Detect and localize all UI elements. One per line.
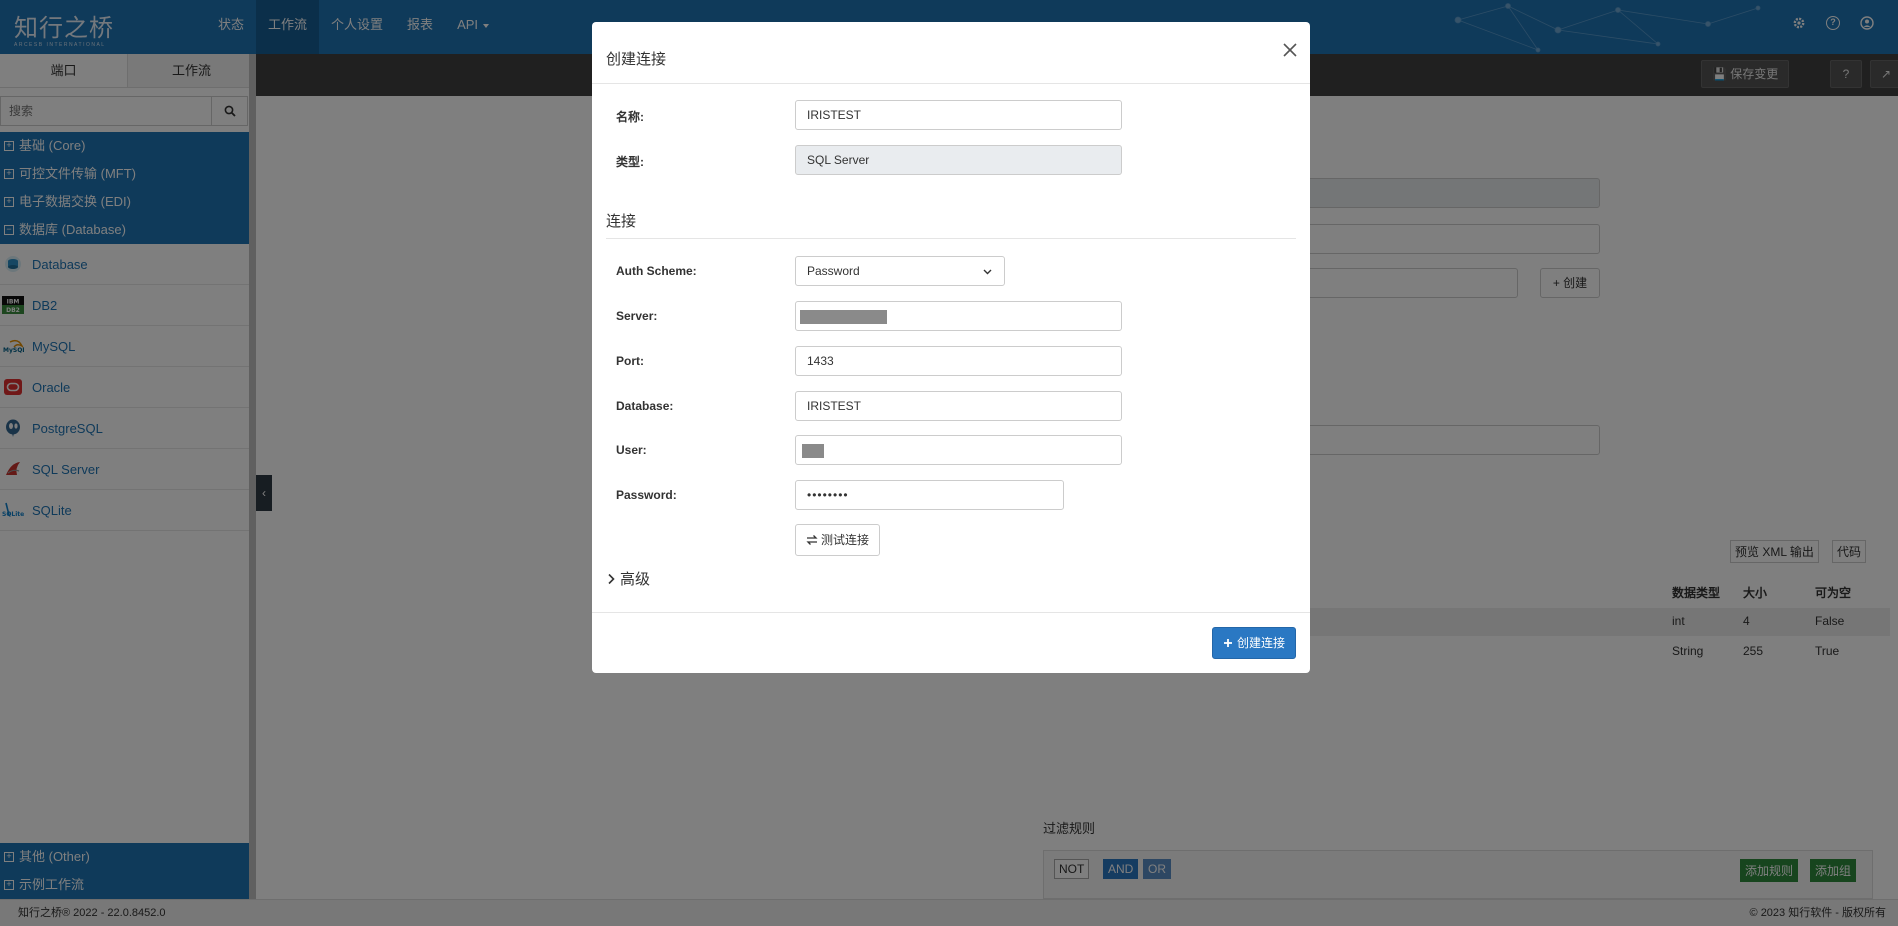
- auth-scheme-row: Auth Scheme: Password: [592, 256, 1310, 288]
- dialog-header: 创建连接: [592, 22, 1310, 84]
- database-label: Database:: [616, 399, 674, 413]
- user-input[interactable]: [795, 435, 1122, 465]
- database-row: Database: IRISTEST: [592, 391, 1310, 423]
- port-input[interactable]: 1433: [795, 346, 1122, 376]
- type-row: 类型: SQL Server: [592, 145, 1310, 177]
- connection-section-title: 连接: [606, 213, 637, 230]
- exchange-icon: [806, 535, 818, 545]
- user-row: User:: [592, 435, 1310, 467]
- password-label: Password:: [616, 488, 677, 502]
- port-label: Port:: [616, 354, 644, 368]
- test-connection-label: 测试连接: [821, 533, 870, 547]
- chevron-right-icon: [608, 573, 615, 584]
- test-connection-button[interactable]: 测试连接: [795, 524, 881, 556]
- name-input[interactable]: IRISTEST: [795, 100, 1122, 130]
- server-label: Server:: [616, 309, 658, 323]
- password-input[interactable]: ••••••••: [795, 480, 1064, 510]
- create-connection-label: 创建连接: [1236, 636, 1285, 650]
- password-row: Password: ••••••••: [592, 480, 1310, 512]
- redacted-value: [800, 309, 887, 324]
- chevron-down-icon: [983, 269, 992, 275]
- user-label: User:: [616, 443, 647, 457]
- close-icon[interactable]: [1282, 42, 1298, 58]
- create-connection-button[interactable]: 创建连接: [1211, 627, 1296, 659]
- port-row: Port: 1433: [592, 346, 1310, 378]
- plus-icon: [1223, 639, 1232, 647]
- name-label: 名称:: [616, 110, 644, 124]
- create-connection-dialog: 创建连接 名称: IRISTEST 类型: SQL Server 连接 Auth…: [592, 22, 1310, 673]
- database-input[interactable]: IRISTEST: [795, 391, 1122, 421]
- dialog-title: 创建连接: [606, 51, 667, 68]
- server-row: Server:: [592, 301, 1310, 333]
- section-divider: [606, 238, 1296, 239]
- redacted-value: [802, 443, 824, 458]
- auth-scheme-select[interactable]: Password: [795, 256, 1005, 286]
- auth-scheme-value: Password: [807, 264, 860, 278]
- advanced-label: 高级: [620, 571, 651, 588]
- type-input: SQL Server: [795, 145, 1122, 175]
- advanced-toggle[interactable]: 高级: [606, 568, 650, 589]
- auth-scheme-label: Auth Scheme:: [616, 264, 697, 278]
- type-label: 类型:: [616, 155, 644, 169]
- name-row: 名称: IRISTEST: [592, 100, 1310, 132]
- server-input[interactable]: [795, 301, 1122, 331]
- dialog-footer: 创建连接: [592, 612, 1310, 673]
